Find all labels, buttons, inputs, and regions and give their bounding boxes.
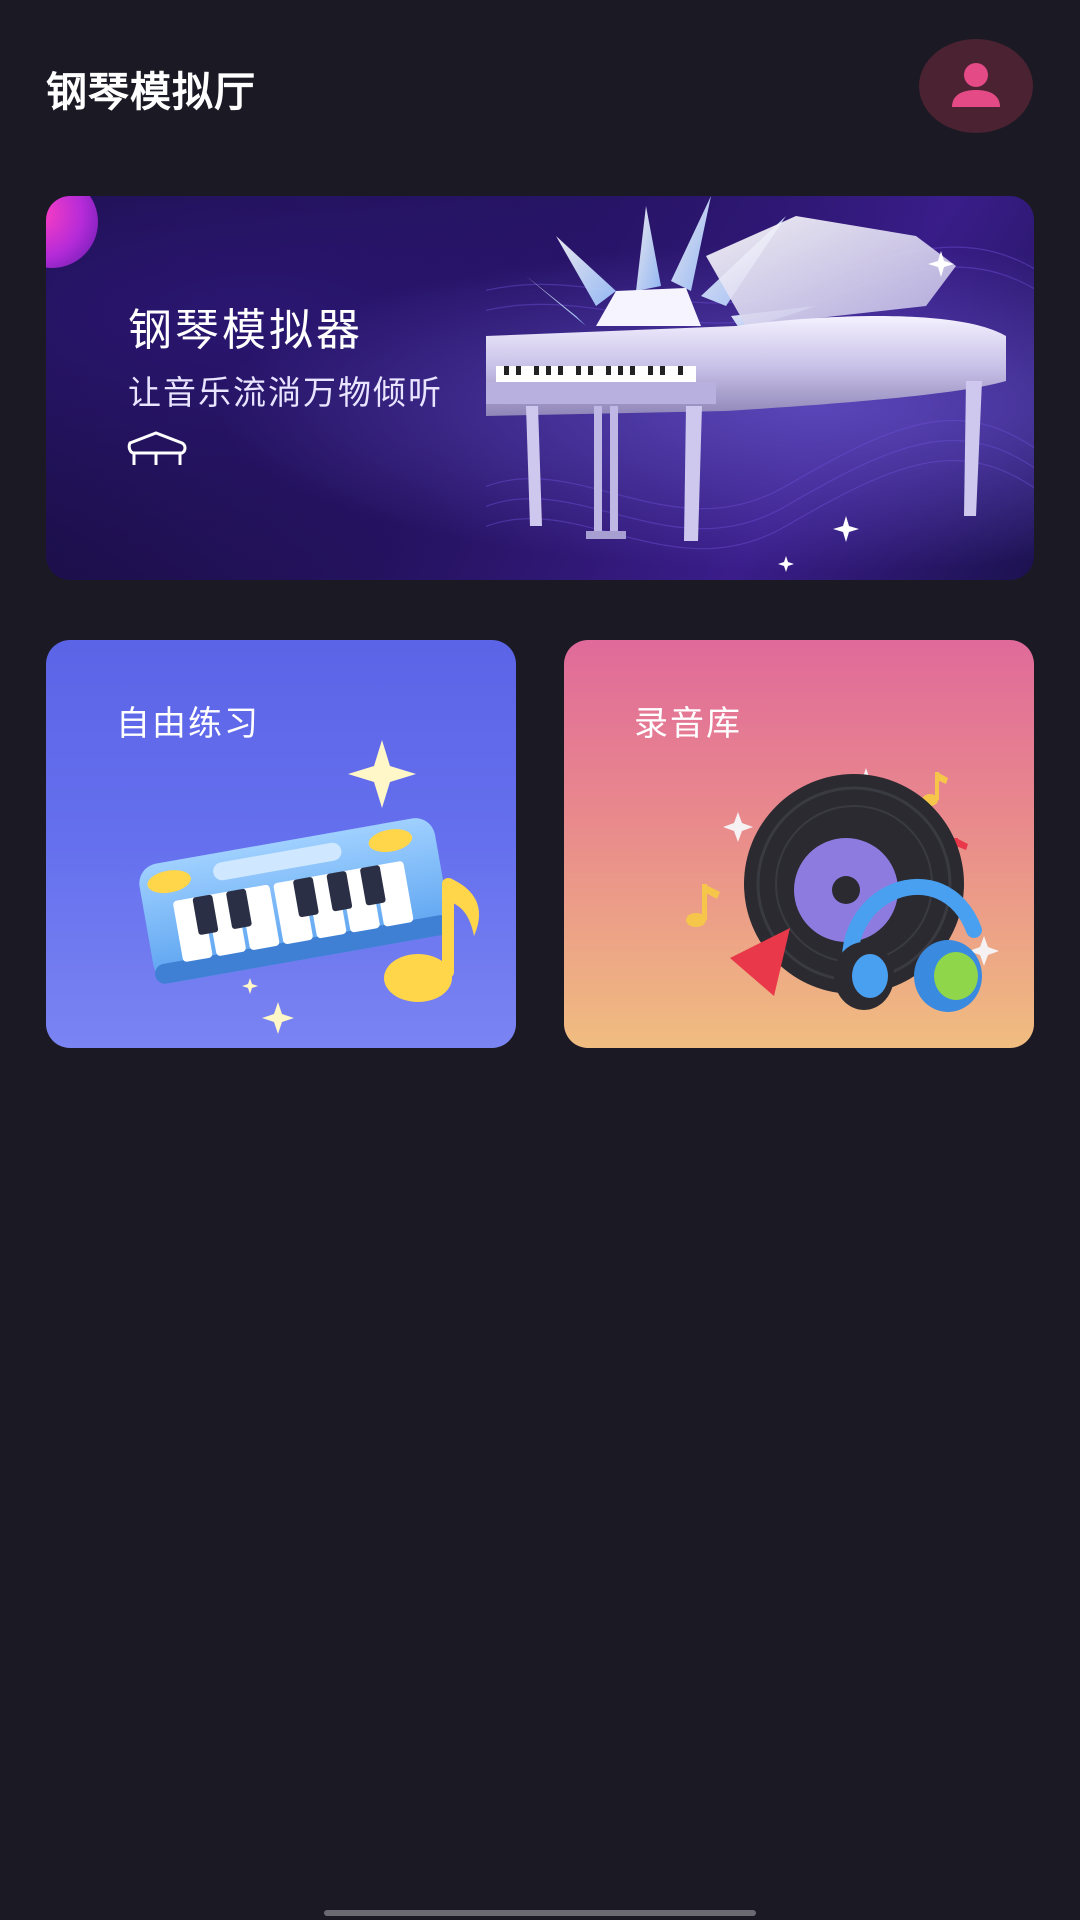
free-practice-card[interactable]: 自由练习	[46, 640, 516, 1048]
grand-piano-illustration	[486, 196, 1034, 572]
recordings-card[interactable]: 录音库	[564, 640, 1034, 1048]
banner-subtitle: 让音乐流淌万物倾听	[128, 373, 443, 412]
app-title: 钢琴模拟厅	[46, 68, 256, 116]
free-practice-label: 自由练习	[116, 704, 260, 744]
home-indicator[interactable]	[324, 1910, 756, 1916]
decorative-orb	[46, 196, 98, 268]
user-icon	[952, 63, 1000, 107]
piano-simulator-banner[interactable]: 钢琴模拟器 让音乐流淌万物倾听	[46, 196, 1034, 580]
grand-piano-icon	[127, 431, 187, 465]
recordings-label: 录音库	[634, 704, 742, 744]
profile-button[interactable]	[919, 39, 1033, 133]
app-header: 钢琴模拟厅	[0, 0, 1080, 170]
banner-title: 钢琴模拟器	[128, 305, 363, 356]
